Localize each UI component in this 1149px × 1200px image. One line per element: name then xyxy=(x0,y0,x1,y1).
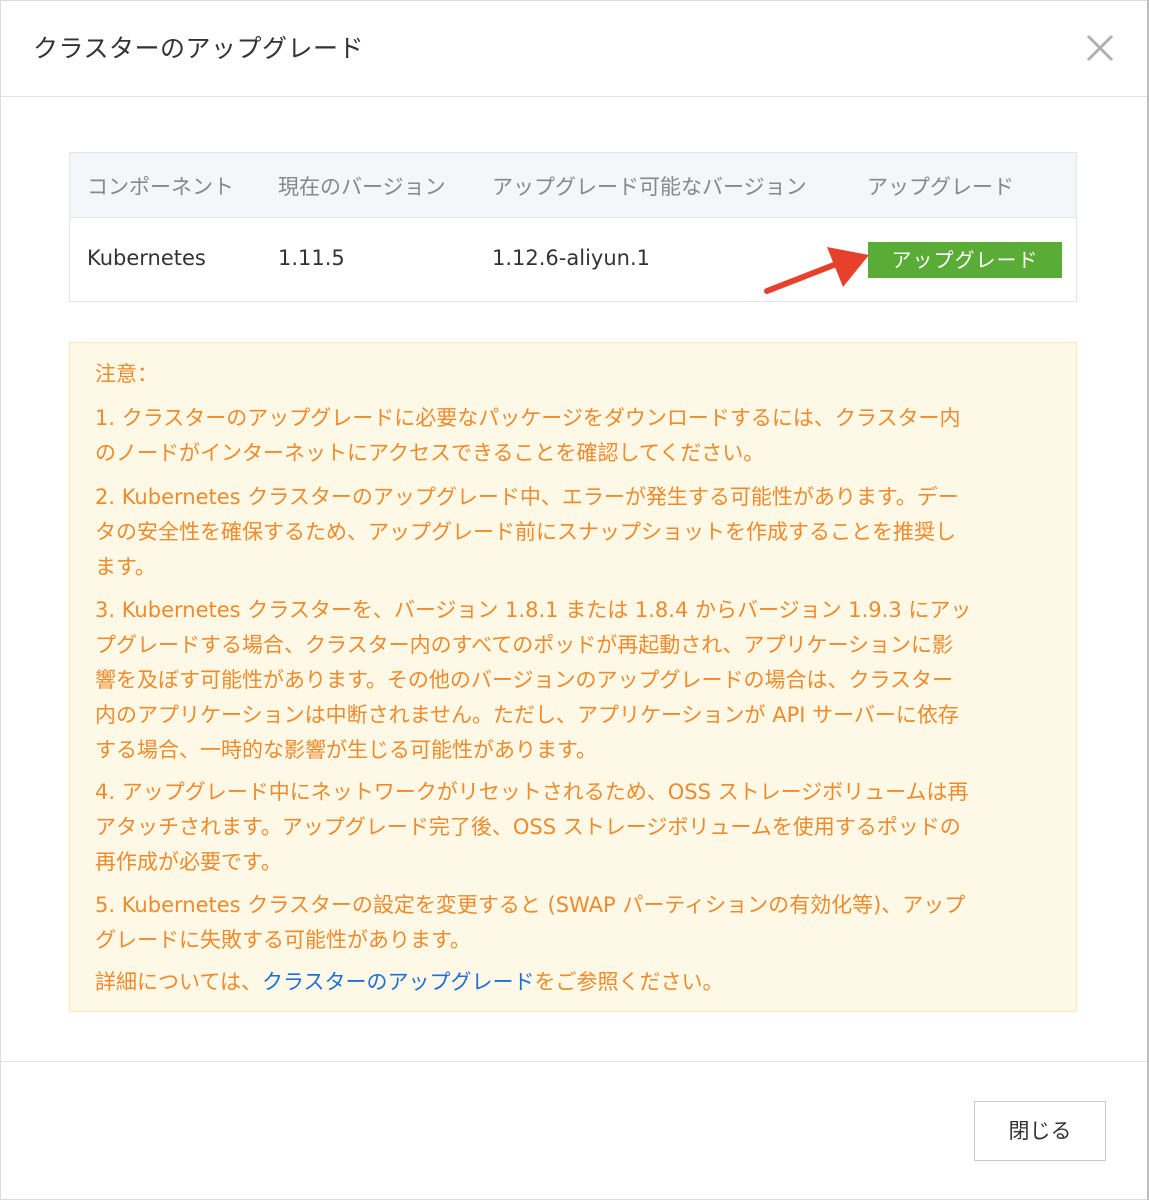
notice-line: 5. Kubernetes クラスターの設定を変更すると (SWAP パーティシ… xyxy=(95,893,966,917)
cell-available-version: 1.12.6-aliyun.1 xyxy=(492,246,650,270)
notice-line: ます。 xyxy=(95,555,156,579)
dialog-title: クラスターのアップグレード xyxy=(33,34,365,63)
notice-heading: 注意： xyxy=(95,362,158,386)
notice-line: する場合、一時的な影響が生じる可能性があります。 xyxy=(95,738,597,762)
notice-line: グレードに失敗する可能性があります。 xyxy=(95,928,471,952)
cell-component: Kubernetes xyxy=(87,246,206,270)
close-icon[interactable] xyxy=(1081,29,1119,67)
notice-line: 再作成が必要です。 xyxy=(95,850,282,874)
notice-details: 詳細については、クラスターのアップグレードをご参照ください。 xyxy=(95,965,724,1000)
details-suffix: をご参照ください。 xyxy=(534,970,724,994)
header-upgrade: アップグレード xyxy=(867,175,1014,199)
upgrade-dialog: クラスターのアップグレード コンポーネント 現在のバージョン アップグレード可能… xyxy=(0,0,1149,1200)
cell-current-version: 1.11.5 xyxy=(278,246,345,270)
footer-divider xyxy=(1,1061,1148,1062)
notice-line: プグレードする場合、クラスター内のすべてのポッドが再起動され、アプリケーションに… xyxy=(95,633,954,657)
details-prefix: 詳細については、 xyxy=(95,970,262,994)
header-component: コンポーネント xyxy=(87,175,234,199)
table-header: コンポーネント 現在のバージョン アップグレード可能なバージョン アップグレード xyxy=(70,153,1076,218)
notice-line: 2. Kubernetes クラスターのアップグレード中、エラーが発生する可能性… xyxy=(95,485,959,509)
close-button[interactable]: 閉じる xyxy=(974,1101,1106,1161)
header-available-version: アップグレード可能なバージョン xyxy=(492,175,807,199)
notice-box: 注意： 1. クラスターのアップグレードに必要なパッケージをダウンロードするには… xyxy=(69,342,1077,1012)
versions-table: コンポーネント 現在のバージョン アップグレード可能なバージョン アップグレード… xyxy=(69,152,1077,302)
notice-line: 4. アップグレード中にネットワークがリセットされるため、OSS ストレージボリ… xyxy=(95,780,969,804)
notice-line: 内のアプリケーションは中断されません。ただし、アプリケーションが API サーバ… xyxy=(95,703,959,727)
red-arrow-icon xyxy=(761,239,881,299)
notice-line: 3. Kubernetes クラスターを、バージョン 1.8.1 または 1.8… xyxy=(95,598,972,622)
notice-line: 1. クラスターのアップグレードに必要なパッケージをダウンロードするには、クラス… xyxy=(95,406,961,430)
notice-line: のノードがインターネットにアクセスできることを確認してください。 xyxy=(95,441,765,465)
notice-line: 響を及ぼす可能性があります。その他のバージョンのアップグレードの場合は、クラスタ… xyxy=(95,668,954,692)
header-current-version: 現在のバージョン xyxy=(278,175,446,199)
notice-line: アタッチされます。アップグレード完了後、OSS ストレージボリュームを使用するポ… xyxy=(95,815,961,839)
dialog-header: クラスターのアップグレード xyxy=(1,1,1148,97)
upgrade-button[interactable]: アップグレード xyxy=(868,242,1062,278)
details-link[interactable]: クラスターのアップグレード xyxy=(262,970,535,994)
notice-line: タの安全性を確保するため、アップグレード前にスナップショットを作成することを推奨… xyxy=(95,520,956,544)
